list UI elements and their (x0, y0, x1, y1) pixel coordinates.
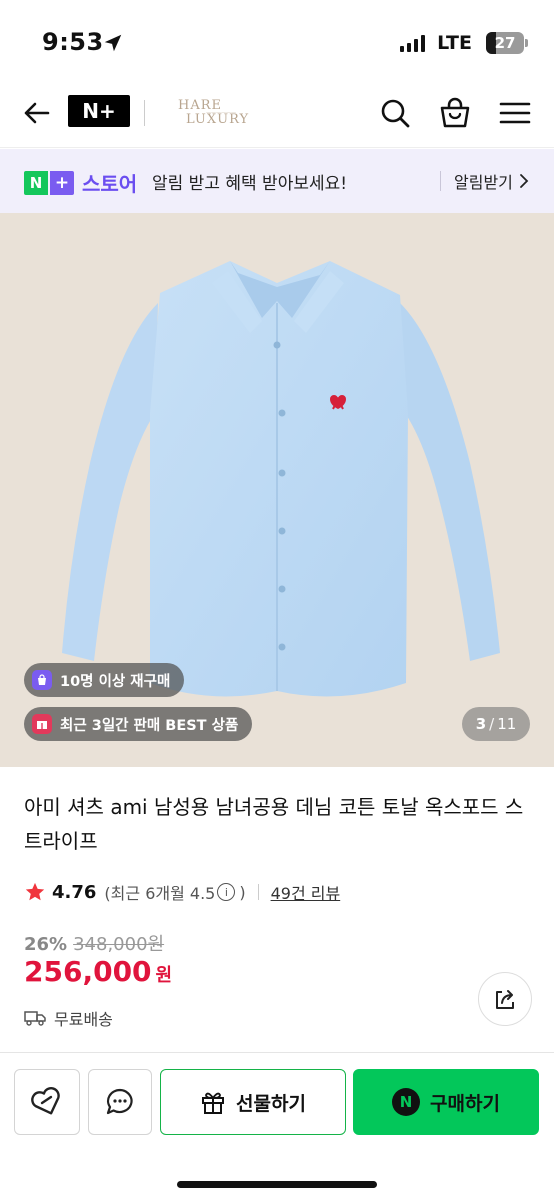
delivery-row: 무료배송 (24, 1006, 113, 1030)
review-link[interactable]: 49건 리뷰 (271, 880, 341, 904)
status-time: 9:53 (42, 28, 104, 56)
network-label: LTE (437, 32, 472, 54)
product-image-carousel[interactable]: 10명 이상 재구매 최근 3일간 판매 BEST 상품 3 / 11 (0, 213, 554, 767)
wishlist-button[interactable] (14, 1069, 80, 1135)
notify-button[interactable]: 알림받기 (454, 169, 529, 193)
brand-logo[interactable]: HARE —————— LUXURY (174, 96, 254, 132)
shopping-bag-icon[interactable] (438, 96, 472, 130)
best-seller-badge-label: 최근 3일간 판매 BEST 상품 (60, 717, 239, 734)
rating-divider (257, 884, 259, 900)
gift-button-label: 선물하기 (236, 1092, 306, 1115)
bottom-action-bar: 선물하기 N 구매하기 (0, 1052, 554, 1200)
star-icon (25, 882, 45, 901)
gift-box-icon (32, 714, 52, 734)
info-icon[interactable]: i (217, 883, 236, 901)
store-label: 스토어 (82, 172, 138, 196)
back-arrow-icon[interactable] (20, 96, 54, 130)
signal-icon (400, 34, 426, 52)
battery-icon: 27 (486, 32, 528, 54)
top-nav-bar: N+ HARE —————— LUXURY (0, 80, 554, 148)
share-button[interactable] (478, 972, 532, 1026)
original-price: 348,000원 (73, 934, 165, 955)
product-title: 아미 셔츠 ami 남성용 남녀공용 데님 코튼 토날 옥스포드 스트라이프 (24, 795, 524, 853)
discount-rate: 26% (24, 934, 68, 955)
notify-button-label: 알림받기 (454, 173, 513, 192)
image-pager: 3 / 11 (462, 707, 530, 741)
buy-button[interactable]: N 구매하기 (353, 1069, 539, 1135)
truck-icon (24, 1011, 46, 1026)
sale-price-row: 256,000 원 (24, 955, 172, 988)
heart-icon (31, 1087, 60, 1115)
home-indicator (177, 1181, 377, 1188)
repurchase-badge: 10명 이상 재구매 (24, 663, 185, 697)
sale-price-unit: 원 (155, 965, 173, 986)
buy-button-label: 구매하기 (430, 1092, 500, 1115)
battery-level: 27 (494, 34, 516, 52)
delivery-label: 무료배송 (54, 1010, 113, 1029)
sale-price: 256,000 (24, 955, 152, 988)
chat-button[interactable] (88, 1069, 152, 1135)
nplus-store-logo: N + 스토어 (24, 168, 137, 197)
location-arrow-icon (104, 34, 122, 52)
banner-divider (440, 171, 441, 191)
discount-row: 26% 348,000원 (24, 930, 164, 956)
gift-button[interactable]: 선물하기 (160, 1069, 346, 1135)
share-icon (496, 990, 514, 1009)
search-icon[interactable] (378, 96, 412, 130)
rating-row: 4.76 (최근 6개월 4.5 i ) 49건 리뷰 (24, 880, 340, 904)
rating-subtext: (최근 6개월 4.5 (104, 884, 216, 903)
chevron-right-icon (519, 174, 529, 188)
naver-plus-logo[interactable]: N+ (68, 95, 130, 127)
nav-actions (378, 96, 532, 130)
chat-bubble-icon (106, 1088, 133, 1115)
status-bar: 9:53 LTE 27 (0, 0, 554, 80)
naver-pay-icon: N (392, 1088, 421, 1116)
rating-score: 4.76 (52, 881, 97, 903)
banner-message: 알림 받고 혜택 받아보세요! (152, 174, 348, 194)
repurchase-badge-label: 10명 이상 재구매 (60, 673, 171, 690)
pager-current: 3 (475, 715, 487, 733)
status-indicators: LTE 27 (400, 32, 528, 54)
nplus-logo-text: N+ (82, 99, 116, 123)
pager-total: 11 (497, 715, 517, 733)
best-seller-badge: 최근 3일간 판매 BEST 상품 (24, 707, 253, 741)
menu-icon[interactable] (498, 96, 532, 130)
rating-subtext-close: ) (239, 882, 246, 902)
repurchase-bag-icon (32, 670, 52, 690)
gift-icon (202, 1092, 225, 1114)
notification-banner[interactable]: N + 스토어 알림 받고 혜택 받아보세요! 알림받기 (0, 149, 554, 213)
nav-divider (144, 100, 145, 126)
